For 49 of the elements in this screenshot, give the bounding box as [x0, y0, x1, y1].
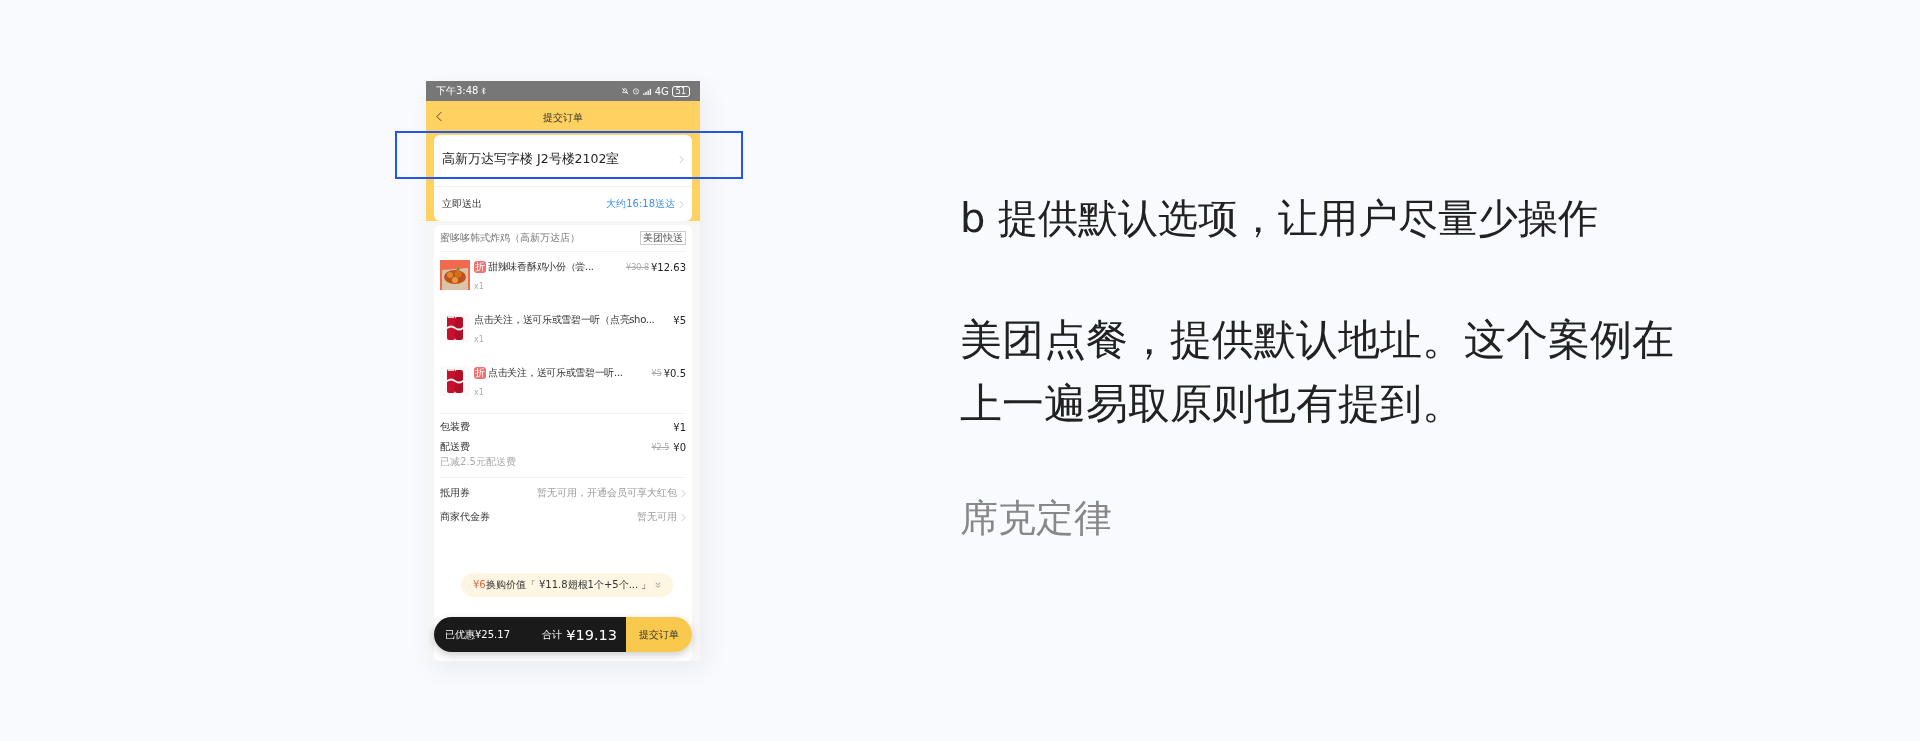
discount-tag: 折: [474, 261, 486, 273]
fee-note: 已减2.5元配送费: [440, 455, 517, 469]
item-quantity: x1: [474, 335, 485, 344]
delivery-label: 立即送出: [442, 197, 483, 211]
total-label: 合计: [542, 627, 563, 642]
item-name: 点击关注，送可乐或雪碧一听...: [488, 366, 624, 380]
promo-pill[interactable]: ¥6换购价值「 ¥11.8翅根1个+5个... 」: [461, 573, 674, 597]
item-name: 点击关注，送可乐或雪碧一听（点亮sho...: [474, 313, 656, 327]
original-price: ¥2.5: [651, 442, 670, 452]
saved-total: 已优惠¥25.17: [445, 627, 511, 642]
fee-price: ¥1: [673, 421, 686, 433]
chevron-right-icon: [681, 488, 686, 498]
bell-icon: [620, 87, 629, 95]
fee-price: ¥0: [673, 441, 686, 453]
item-quantity: x1: [474, 282, 485, 291]
item-price: ¥0.5: [663, 367, 686, 379]
double-chevron-icon: [655, 582, 662, 588]
slide-paragraph: 美团点餐，提供默认地址。这个案例在上一遍易取原则也有提到。: [960, 314, 1675, 430]
coupon-label: 商家代金券: [440, 510, 491, 524]
delivery-time[interactable]: 大约16:18送达: [606, 197, 675, 211]
item-price: ¥12.63: [651, 261, 686, 273]
chevron-right-icon: [679, 155, 684, 164]
bluetooth-icon: [481, 87, 487, 95]
shop-name: 蜜哆哆韩式炸鸡（高新万达店）: [440, 231, 581, 245]
status-time: 下午3:48: [436, 84, 479, 98]
page-title: 提交订单: [543, 111, 583, 125]
total-amount: ¥19.13: [566, 626, 617, 643]
chevron-right-icon: [681, 512, 686, 522]
signal-icon: [642, 87, 652, 95]
item-quantity: x1: [474, 388, 485, 397]
slide-heading: b 提供默认选项，让用户尽量少操作: [960, 194, 1600, 243]
original-price: ¥5: [651, 368, 662, 378]
item-name: 甜辣味香酥鸡小份（尝...: [488, 260, 595, 274]
slide-caption: 席克定律: [960, 495, 1113, 542]
fee-label: 配送费: [440, 440, 471, 454]
fee-label: 包装费: [440, 420, 471, 434]
delivery-tag: 美团快送: [640, 231, 686, 245]
original-price: ¥30.8: [626, 262, 649, 272]
discount-tag: 折: [474, 367, 486, 379]
chevron-right-icon: [679, 199, 684, 209]
battery-level: 51: [671, 85, 690, 97]
promo-text: ¥6换购价值「 ¥11.8翅根1个+5个... 」: [473, 578, 652, 592]
address-text[interactable]: 高新万达写字楼 J2号楼2102室: [442, 151, 679, 168]
back-icon[interactable]: [436, 111, 443, 122]
network-label: 4G: [654, 85, 669, 97]
alarm-icon: [631, 87, 640, 95]
coupon-label: 抵用券: [440, 486, 471, 500]
submit-order-button[interactable]: 提交订单: [626, 617, 692, 652]
item-price: ¥5: [673, 314, 686, 326]
